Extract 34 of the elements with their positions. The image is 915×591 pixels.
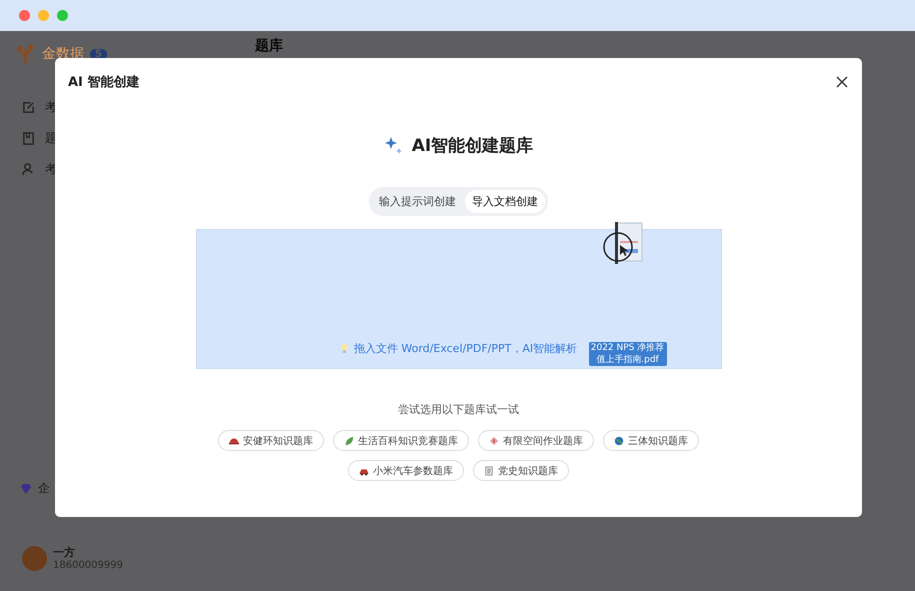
suggestions-title: 尝试选用以下题库试一试 [398,402,519,417]
close-icon[interactable] [836,76,848,88]
suggestion-chip[interactable]: 有限空间作业题库 [478,430,594,451]
tab[interactable]: 导入文档创建 [465,190,545,213]
edit-icon [22,100,35,114]
avatar[interactable] [22,546,47,570]
dialog-heading: AI智能创建题库 [412,135,534,157]
sparkle-icon [384,136,404,156]
suggestion-chip[interactable]: 生活百科知识竞赛题库 [333,430,469,451]
lightbulb-icon [340,343,349,354]
globe-icon [614,436,624,446]
minimize-window-icon[interactable] [38,10,49,21]
sign-icon [489,436,499,446]
user-name: 一方 [53,545,76,560]
suggestion-chip[interactable]: 三体知识题库 [603,430,699,451]
book-icon [22,132,35,144]
suggestion-chip[interactable]: 小米汽车参数题库 [348,460,464,481]
dialog-title: AI 智能创建 [68,74,140,91]
suggestion-chip[interactable]: 安健环知识题库 [218,430,324,451]
dropzone-hint: 拖入文件 Word/Excel/PDF/PPT，AI智能解析 [354,341,578,356]
leaf-icon [344,436,354,446]
suggestion-chip[interactable]: 党史知识题库 [473,460,569,481]
document-icon [484,466,494,476]
version-badge: 5 [90,48,107,60]
helmet-icon [229,436,239,446]
close-window-icon[interactable] [19,10,30,21]
dragged-file-label: 2022 NPS 净推荐值上手指南.pdf [588,342,666,366]
page-title: 题库 [255,37,283,55]
maximize-window-icon[interactable] [57,10,68,21]
diamond-icon [20,482,32,494]
document-cursor-icon [602,221,646,265]
tree-logo-icon [14,43,36,65]
person-icon [22,162,35,176]
tab[interactable]: 输入提示词创建 [372,190,463,213]
